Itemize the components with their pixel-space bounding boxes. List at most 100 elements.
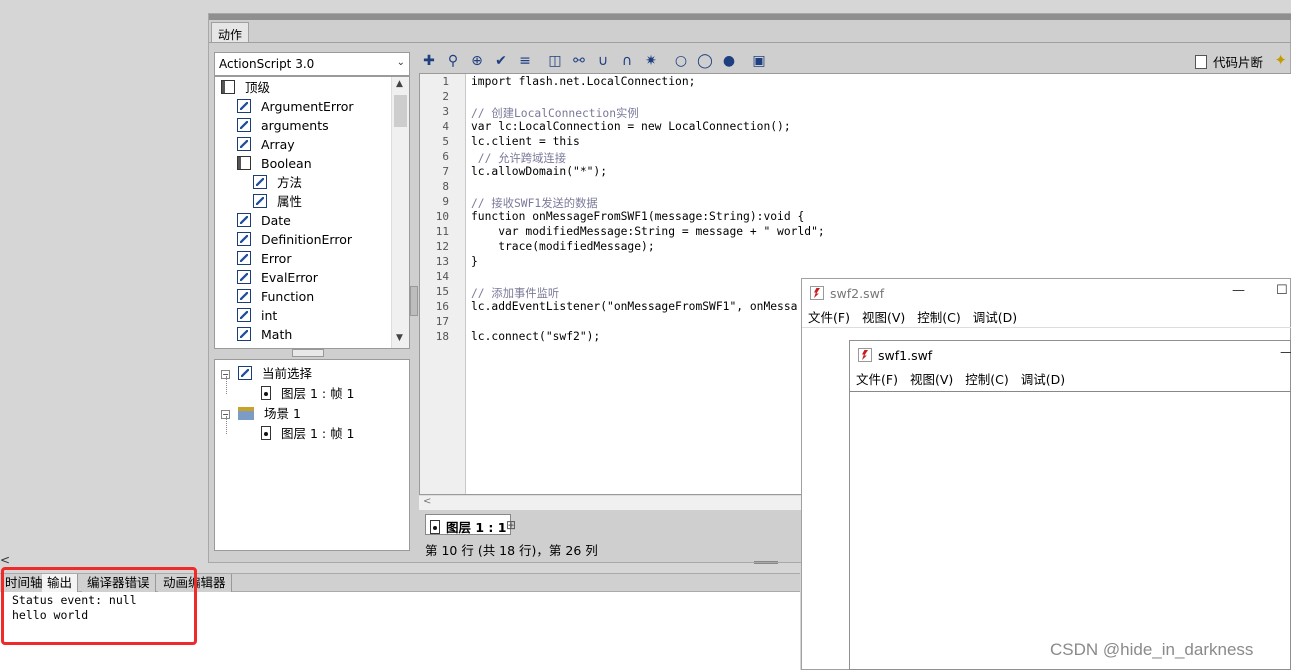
menu-control[interactable]: 控制(C) <box>965 370 1008 390</box>
scroll-down-icon[interactable]: ▼ <box>396 333 403 343</box>
tree-item[interactable]: Date <box>237 211 291 230</box>
tree-item-label: int <box>261 308 278 323</box>
code-line: lc.addEventListener("onMessageFromSWF1",… <box>471 300 798 313</box>
tree-item[interactable]: DefinitionError <box>237 230 352 249</box>
line-number: 17 <box>435 315 449 328</box>
pin-script-icon[interactable]: ⊞ <box>506 518 516 532</box>
code-line: trace(modifiedMessage); <box>471 240 655 253</box>
window-title-text: swf1.swf <box>878 348 933 363</box>
tree-item[interactable]: Math <box>237 325 292 344</box>
nav-item-current-selection[interactable]: − 当前选择 <box>221 364 312 384</box>
debug-options-icon[interactable]: ⚯ <box>569 50 589 72</box>
collapse-braces-icon[interactable]: ∪ <box>593 50 613 72</box>
tree-line <box>226 376 227 394</box>
panel-title-bar[interactable] <box>209 14 1291 20</box>
class-icon <box>253 194 267 208</box>
menu-file[interactable]: 文件(F) <box>808 308 850 328</box>
resize-grip[interactable] <box>754 561 778 564</box>
apply-comment-icon[interactable]: ○ <box>671 50 691 72</box>
class-icon <box>238 366 252 380</box>
actions-toolbar: 代码片断 ✦ ✚ ⚲ ⊕ ✔ ≡ ◫ ⚯ ∪ ∩ ✷ ○ ◯ ● ▣ <box>419 50 1289 74</box>
window-title: swf1.swf <box>858 348 932 363</box>
code-snippets-button[interactable]: 代码片断 <box>1194 52 1263 71</box>
line-number: 8 <box>442 180 449 193</box>
code-line: var lc:LocalConnection = new LocalConnec… <box>471 120 791 133</box>
wand-icon[interactable]: ✦ <box>1274 51 1287 69</box>
scroll-up-icon[interactable]: ▲ <box>396 79 403 89</box>
actions-tab[interactable]: 动作 <box>211 22 250 42</box>
menu-file[interactable]: 文件(F) <box>856 370 898 390</box>
menu-control[interactable]: 控制(C) <box>917 308 960 328</box>
tree-item[interactable]: arguments <box>237 116 329 135</box>
watermark: CSDN @hide_in_darkness <box>1050 640 1254 659</box>
menu-debug[interactable]: 调试(D) <box>973 308 1017 328</box>
frame-icon <box>261 386 271 400</box>
target-icon[interactable]: ⊕ <box>467 50 487 72</box>
nav-label: 场景 1 <box>264 406 301 421</box>
nav-label: 图层 1 : 帧 1 <box>281 386 355 401</box>
class-icon <box>237 118 251 132</box>
nav-label: 当前选择 <box>262 366 313 381</box>
line-number: 14 <box>435 270 449 283</box>
tree-item[interactable]: 属性 <box>253 192 302 211</box>
add-icon[interactable]: ✚ <box>419 50 439 72</box>
scroll-left-icon[interactable]: < <box>423 496 431 507</box>
line-number: 4 <box>442 120 449 133</box>
layer-frame-tab[interactable]: 图层 1 : 1 <box>425 514 512 535</box>
code-line: // 允许跨域连接 <box>471 152 566 165</box>
code-snippets-label: 代码片断 <box>1212 55 1263 70</box>
remove-comment-icon[interactable]: ● <box>719 50 739 72</box>
collapse-selection-icon[interactable]: ∩ <box>617 50 637 72</box>
maximize-icon[interactable]: ☐ <box>1276 283 1288 298</box>
chevron-left-icon[interactable]: < <box>0 553 10 567</box>
show-hide-toolbox-icon[interactable]: ▣ <box>749 50 769 72</box>
tree-item[interactable]: 方法 <box>253 173 302 192</box>
tree-item[interactable]: int <box>237 306 277 325</box>
toolbox-collapse-handle[interactable] <box>410 286 418 316</box>
line-number: 5 <box>442 135 449 148</box>
scroll-thumb[interactable] <box>394 95 407 127</box>
pane-splitter[interactable] <box>292 349 324 357</box>
tree-item[interactable]: Boolean <box>237 154 312 173</box>
tree-item-label: Math <box>261 327 293 342</box>
code-line: var modifiedMessage:String = message + "… <box>471 225 825 238</box>
swf2-menubar: 文件(F) 视图(V) 控制(C) 调试(D) <box>802 308 1290 328</box>
tree-item-label: Date <box>261 213 291 228</box>
class-icon <box>237 232 251 246</box>
check-syntax-icon[interactable]: ✔ <box>491 50 511 72</box>
flash-player-icon <box>858 348 872 362</box>
tree-item[interactable]: ArgumentError <box>237 97 354 116</box>
minimize-icon[interactable]: — <box>1280 345 1291 360</box>
class-icon <box>237 251 251 265</box>
tree-item-label: DefinitionError <box>261 232 352 247</box>
apply-line-comment-icon[interactable]: ◯ <box>695 50 715 72</box>
menu-view[interactable]: 视图(V) <box>862 308 905 328</box>
code-line: import flash.net.LocalConnection; <box>471 75 696 88</box>
expand-all-icon[interactable]: ✷ <box>641 50 661 72</box>
code-line: lc.client = this <box>471 135 580 148</box>
nav-item-frame[interactable]: 图层 1 : 帧 1 <box>261 384 355 404</box>
tree-item[interactable]: EvalError <box>237 268 318 287</box>
nav-item-scene[interactable]: − 场景 1 <box>221 404 301 424</box>
tree-item[interactable]: 顶级 <box>221 78 270 97</box>
menu-debug[interactable]: 调试(D) <box>1021 370 1065 390</box>
tree-item[interactable]: Function <box>237 287 314 306</box>
actions-toolbox-tree: 顶级 ArgumentError arguments Array Boolean 方法属性… <box>214 76 410 349</box>
auto-format-icon[interactable]: ≡ <box>515 50 535 72</box>
language-select[interactable]: ActionScript 3.0 ⌄ <box>214 52 410 76</box>
menu-view[interactable]: 视图(V) <box>910 370 953 390</box>
snippets-icon <box>1194 55 1207 69</box>
class-icon <box>237 308 251 322</box>
find-icon[interactable]: ⚲ <box>443 50 463 72</box>
code-hint-icon[interactable]: ◫ <box>545 50 565 72</box>
divider <box>209 42 1291 43</box>
class-icon <box>237 270 251 284</box>
code-line: // 添加事件监听 <box>471 287 560 300</box>
tree-item-label: 方法 <box>277 175 303 190</box>
minimize-icon[interactable]: — <box>1232 283 1245 298</box>
nav-item-scene-frame[interactable]: 图层 1 : 帧 1 <box>261 424 355 444</box>
tree-item[interactable]: Array <box>237 135 295 154</box>
tree-scrollbar[interactable]: ▲ ▼ <box>391 77 409 348</box>
code-line: } <box>471 255 478 268</box>
tree-item[interactable]: Error <box>237 249 291 268</box>
